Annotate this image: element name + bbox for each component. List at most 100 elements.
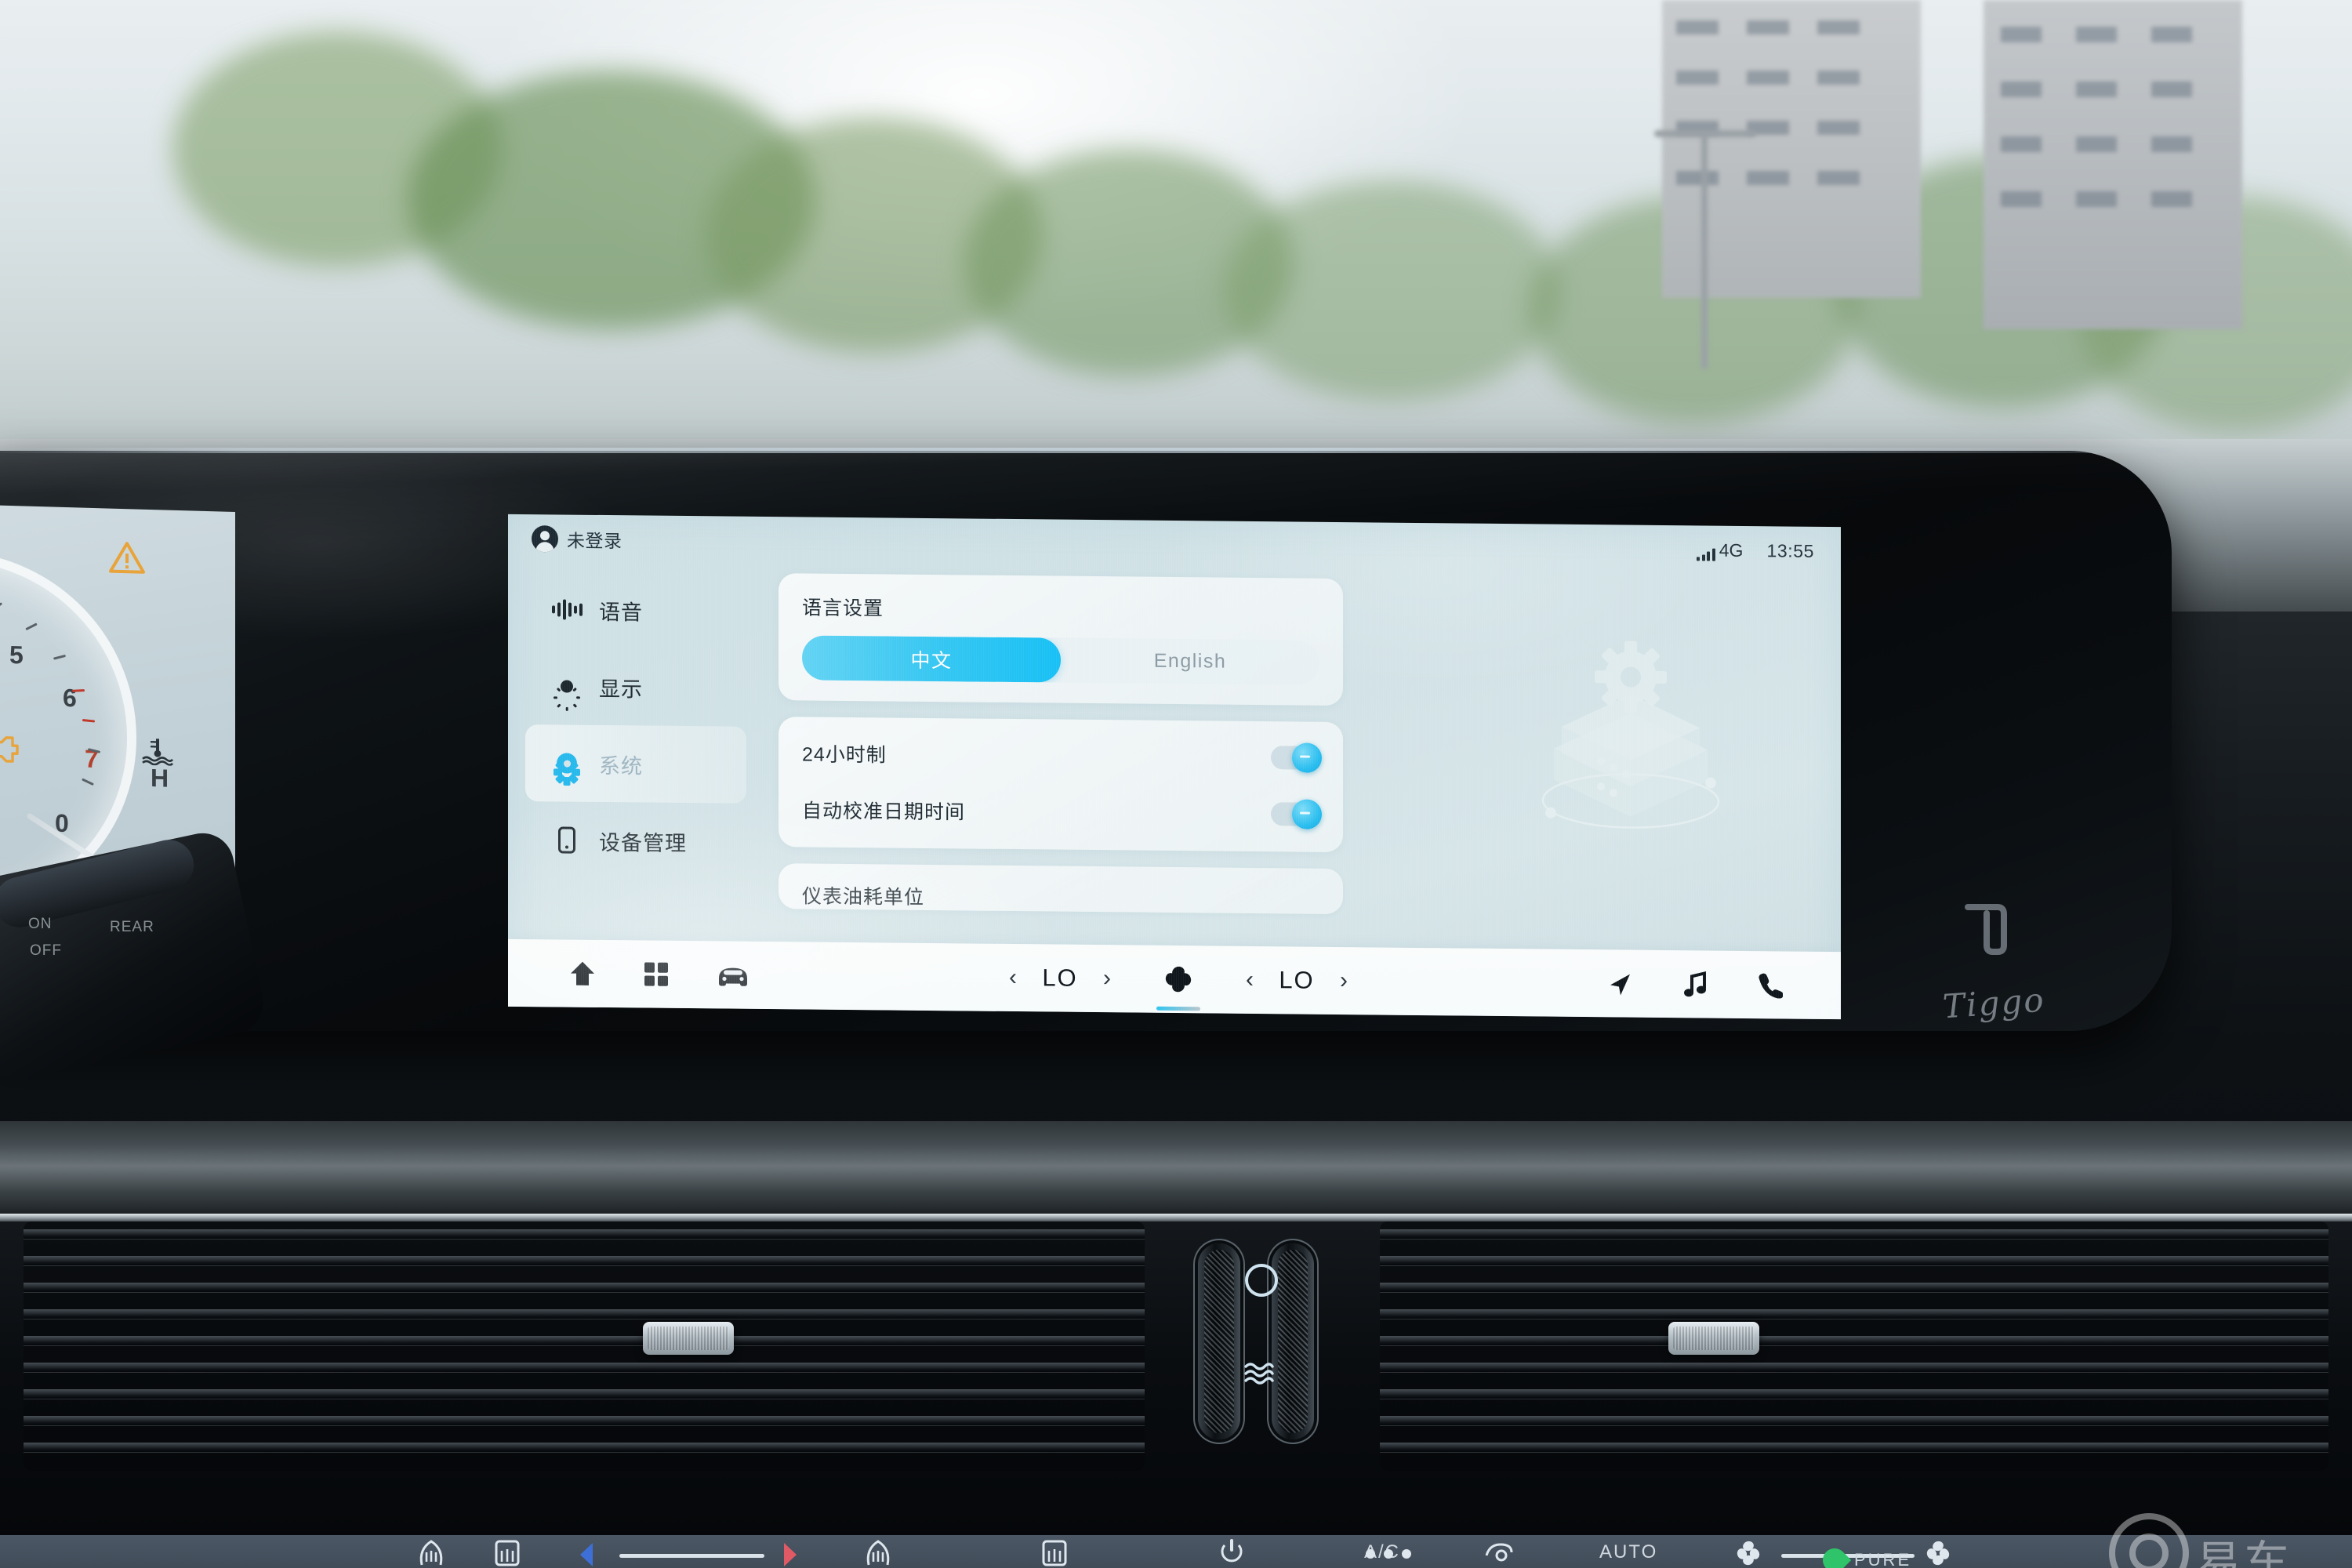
account-chip[interactable]: 未登录 — [532, 525, 622, 553]
tach-tick-6: 6 — [63, 683, 77, 713]
driver-temp-value: LO — [1042, 964, 1078, 992]
network-type-label: 4G — [1719, 539, 1744, 561]
time-settings-card: 24小时制 自动校准日期时间 — [779, 717, 1343, 853]
fan-up-icon[interactable] — [1922, 1538, 1954, 1566]
fuel-unit-card[interactable]: 仪表油耗单位 — [779, 863, 1343, 915]
passenger-seat-heat-icon[interactable] — [416, 1538, 447, 1568]
language-option-chinese[interactable]: 中文 — [802, 635, 1061, 683]
row-label: 自动校准日期时间 — [802, 800, 966, 824]
sidebar-item-device-management[interactable]: 设备管理 — [525, 801, 746, 880]
check-engine-icon — [0, 735, 19, 763]
login-status-label: 未登录 — [567, 530, 622, 552]
navigation-arrow-icon[interactable] — [1606, 969, 1634, 997]
bottom-dock: ‹ LO › ‹ LO › — [508, 938, 1841, 1020]
card-title: 仪表油耗单位 — [802, 885, 925, 909]
user-avatar-icon — [532, 525, 558, 553]
chery-logo-icon — [1965, 904, 2007, 955]
fan-button[interactable] — [1156, 964, 1200, 1011]
dock-right-group — [1606, 969, 1841, 1000]
settings-sidebar: 语音 显示 系统 设备管理 — [525, 571, 746, 880]
driver-temp-decrease[interactable]: ‹ — [1009, 964, 1017, 990]
passenger-temp-increase[interactable]: › — [1340, 967, 1348, 993]
rear-defrost-icon[interactable] — [1040, 1538, 1069, 1568]
power-icon[interactable] — [1218, 1537, 1245, 1567]
infotainment-screen[interactable]: 未登录 4G 13:55 语音 显示 系统 设备管理 语言设置 中文 Engli… — [508, 514, 1841, 1020]
street-lamp-arm — [1654, 130, 1756, 137]
home-icon[interactable] — [568, 959, 597, 989]
auto-button[interactable]: AUTO — [1599, 1541, 1657, 1563]
sidebar-item-label: 系统 — [599, 753, 643, 778]
tree-blur — [1223, 180, 1560, 400]
row-auto-datetime[interactable]: 自动校准日期时间 — [802, 781, 1322, 842]
status-bar-right: 4G 13:55 — [1697, 539, 1814, 561]
music-note-icon[interactable] — [1682, 970, 1708, 998]
passenger-temp-decrease[interactable]: ‹ — [1246, 967, 1254, 993]
sidebar-item-label: 设备管理 — [599, 830, 687, 855]
stalk-label-rear: REAR — [110, 919, 154, 935]
pure-label: PURE — [1854, 1550, 1912, 1568]
coolant-high-label: H — [151, 764, 169, 793]
building — [1984, 0, 2242, 329]
recirculation-icon[interactable] — [1482, 1538, 1516, 1566]
vent-knob-left[interactable] — [1198, 1243, 1240, 1439]
passenger-temp-value: LO — [1279, 966, 1315, 994]
right-air-vent[interactable] — [1380, 1221, 2328, 1471]
fan-down-icon[interactable] — [1733, 1538, 1764, 1566]
toggle-24h-format[interactable] — [1271, 742, 1322, 773]
clock-label: 13:55 — [1766, 539, 1814, 561]
sidebar-item-system[interactable]: 系统 — [525, 724, 746, 804]
driver-temp-control[interactable]: ‹ LO › — [1009, 964, 1111, 993]
language-segmented-control[interactable]: 中文 English — [802, 635, 1319, 685]
right-vent-adjuster[interactable] — [1668, 1322, 1759, 1355]
temp-increase-icon[interactable] — [778, 1541, 801, 1568]
voice-waveform-icon — [551, 599, 583, 620]
car-icon[interactable] — [715, 962, 751, 987]
pure-badge: PURE — [1817, 1543, 1912, 1568]
coolant-temp-icon — [142, 739, 174, 766]
warning-triangle-icon — [109, 542, 145, 574]
phone-call-icon[interactable] — [1756, 971, 1783, 999]
passenger-temp-control[interactable]: ‹ LO › — [1246, 966, 1348, 995]
toggle-auto-datetime[interactable] — [1271, 799, 1322, 829]
row-24h-format[interactable]: 24小时制 — [802, 724, 1322, 786]
watermark-label: 易车 — [2195, 1537, 2293, 1568]
isometric-server-gear-illustration — [1513, 618, 1748, 855]
sidebar-item-label: 语音 — [599, 600, 643, 624]
housing-top-edge — [0, 448, 2172, 453]
brightness-sun-icon — [552, 673, 582, 711]
language-settings-card: 语言设置 中文 English — [779, 573, 1343, 706]
signal-bars-icon — [1697, 547, 1715, 561]
phone-device-icon — [552, 826, 582, 854]
left-air-vent[interactable] — [24, 1221, 1145, 1471]
chrome-trim-strip — [0, 1214, 2352, 1221]
apps-grid-icon[interactable] — [643, 960, 670, 987]
vent-knob-right[interactable] — [1272, 1243, 1314, 1439]
air-vent-bar — [0, 1221, 2352, 1535]
windshield-view — [0, 0, 2352, 502]
airflow-wave-icon — [1244, 1363, 1274, 1385]
climate-control-panel: A/C AUTO — [0, 1535, 2352, 1568]
center-vent-knobs — [1184, 1229, 1333, 1465]
vent-mode-circle-icon — [1245, 1264, 1278, 1297]
row-label: 24小时制 — [802, 743, 887, 767]
sidebar-item-voice[interactable]: 语音 — [525, 571, 746, 650]
model-name-label: Tiggo — [1941, 980, 2047, 1026]
stalk-label-off: OFF — [30, 942, 62, 959]
sidebar-item-display[interactable]: 显示 — [525, 648, 746, 727]
front-defrost-icon[interactable] — [492, 1538, 522, 1568]
temp-slider-track[interactable] — [619, 1554, 764, 1558]
driver-seat-heat-icon[interactable] — [862, 1538, 894, 1568]
fan-icon[interactable] — [1163, 964, 1194, 995]
language-option-english[interactable]: English — [1061, 638, 1319, 685]
left-vent-adjuster[interactable] — [643, 1322, 734, 1355]
driver-temp-increase[interactable]: › — [1103, 965, 1111, 991]
tach-tick-5: 5 — [9, 640, 24, 670]
card-title: 语言设置 — [802, 597, 884, 620]
temp-decrease-icon[interactable] — [575, 1541, 599, 1568]
dock-left-group — [508, 958, 751, 990]
gear-icon — [552, 750, 582, 786]
stalk-label-on: ON — [28, 916, 53, 932]
ac-button[interactable]: A/C — [1364, 1541, 1400, 1563]
fan-active-indicator — [1156, 1006, 1200, 1011]
settings-content: 语言设置 中文 English 24小时制 自动校准日期时间 仪表油耗单位 — [779, 573, 1343, 931]
